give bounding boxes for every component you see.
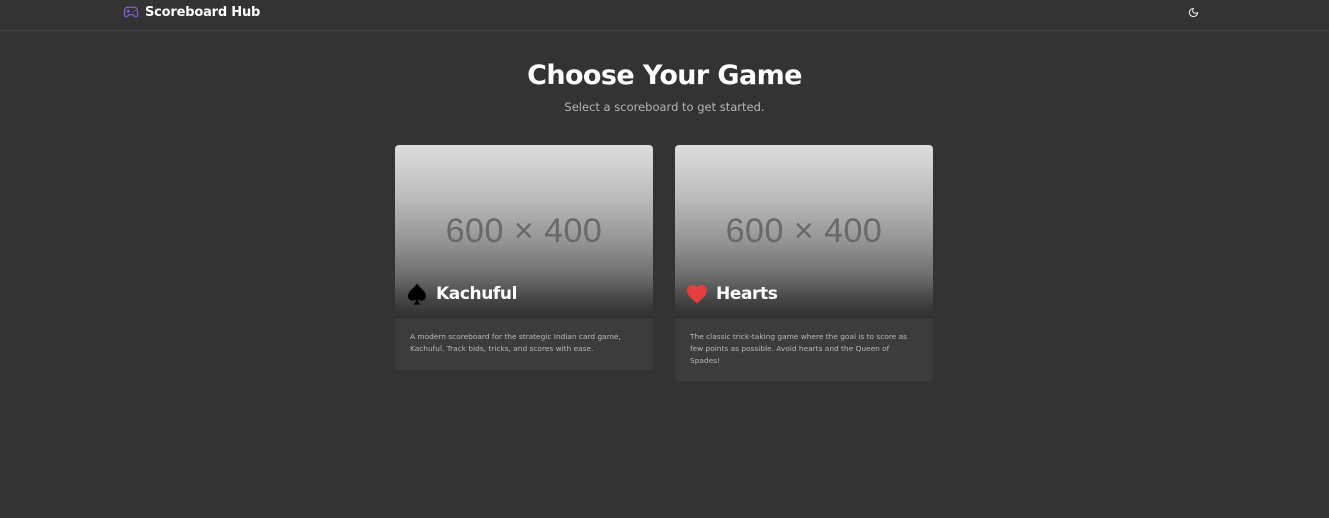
card-title: Hearts [716,284,778,304]
theme-toggle-button[interactable] [1185,4,1201,20]
card-title: Kachuful [436,284,518,304]
app-name: Scoreboard Hub [145,4,261,20]
brand-home-link[interactable]: Scoreboard Hub [123,3,260,21]
card-heading: Hearts [685,282,778,306]
heart-icon [687,285,707,304]
game-card-hearts[interactable]: 600 × 400 Hearts The classic trick-takin… [675,145,933,381]
card-heading: Kachuful [405,282,517,306]
card-description: The classic trick-taking game where the … [690,332,907,365]
page-title: Choose Your Game [527,60,802,91]
gamepad-icon [123,6,139,18]
card-image-placeholder: 600 × 400 Kachuful [395,145,653,318]
game-card-kachuful[interactable]: 600 × 400 Kachuful A modern scoreboard f… [395,145,653,370]
moon-icon [1188,7,1198,17]
spade-icon [408,283,426,305]
image-placeholder-label: 600 × 400 [725,212,883,250]
card-description: A modern scoreboard for the strategic In… [410,332,621,353]
top-navbar: Scoreboard Hub [0,0,1329,31]
hero-section: Choose Your Game Select a scoreboard to … [0,58,1329,115]
card-image-placeholder: 600 × 400 Hearts [675,145,933,318]
page-subtitle: Select a scoreboard to get started. [564,100,765,114]
image-placeholder-label: 600 × 400 [445,212,603,250]
